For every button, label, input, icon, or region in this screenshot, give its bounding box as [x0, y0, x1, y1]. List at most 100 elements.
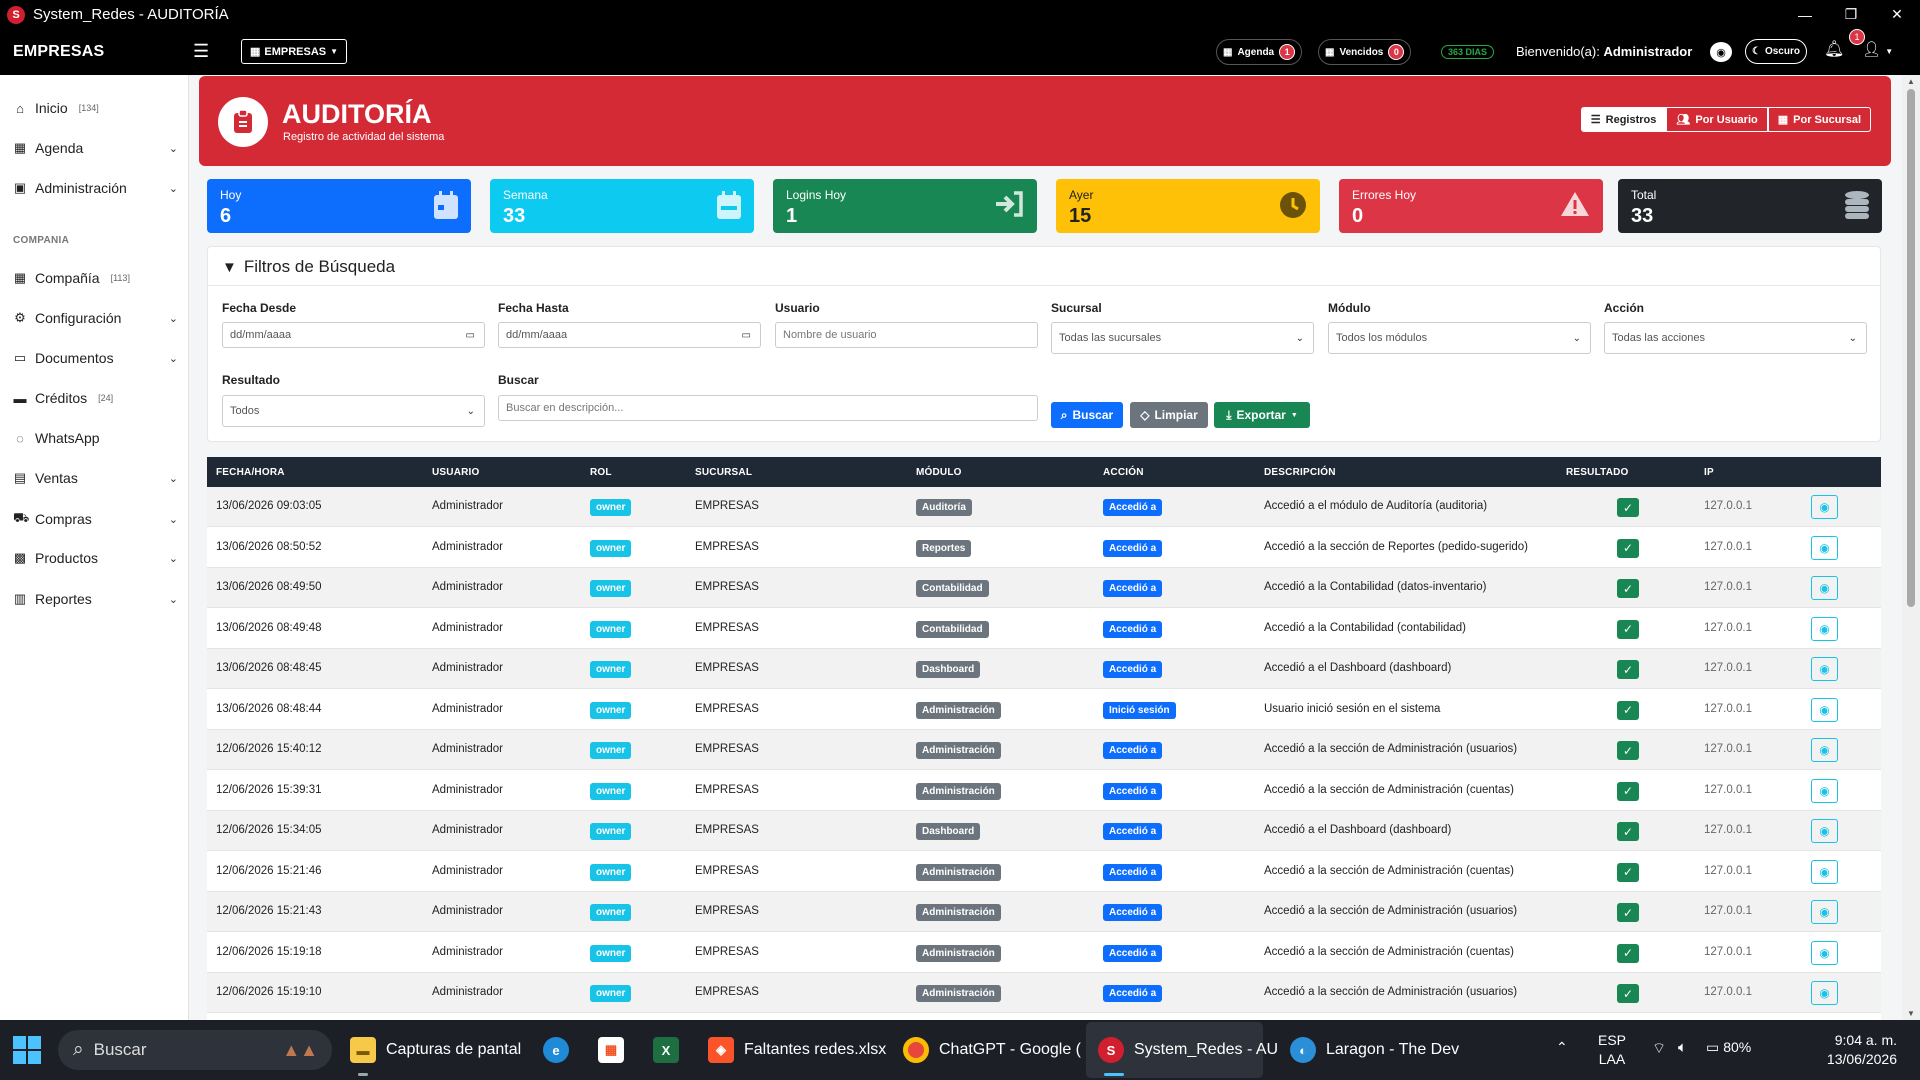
- taskbar-search[interactable]: ⌕ Buscar ▲▲: [58, 1030, 332, 1070]
- taskbar-item-laragon[interactable]: ◐ Laragon - The Dev: [1290, 1020, 1459, 1080]
- whatsapp-status-icon[interactable]: ◉: [1710, 42, 1732, 62]
- taskbar-item-store[interactable]: ▦: [598, 1020, 624, 1080]
- table-row[interactable]: 12/06/2026 15:19:18 Administrador owner EMP…: [207, 933, 1881, 973]
- resultado-select[interactable]: Todos ⌄: [222, 395, 485, 427]
- buscar-input[interactable]: Buscar en descripción...: [498, 395, 1038, 421]
- taskbar-item-excel[interactable]: X: [653, 1020, 679, 1080]
- column-header-rol[interactable]: ROL: [590, 467, 612, 478]
- column-header-accion[interactable]: ACCIÓN: [1103, 467, 1144, 478]
- view-details-eye-icon[interactable]: ◉: [1811, 738, 1838, 762]
- windows-start-icon[interactable]: [13, 1036, 41, 1069]
- action-badge: Accedió a: [1103, 944, 1163, 962]
- view-details-eye-icon[interactable]: ◉: [1811, 981, 1838, 1005]
- page-scrollbar[interactable]: ▲ ▼: [1902, 75, 1920, 1020]
- limpiar-button[interactable]: ◇ Limpiar: [1130, 402, 1208, 428]
- fecha-hasta-input[interactable]: dd/mm/aaaa ▭: [498, 322, 761, 348]
- view-details-eye-icon[interactable]: ◉: [1811, 657, 1838, 681]
- taskbar-item-brave[interactable]: ◈ Faltantes redes.xlsx: [708, 1020, 886, 1080]
- company-dropdown[interactable]: ▦ EMPRESAS ▼: [241, 39, 347, 64]
- tab-por-sucursal[interactable]: ▦ Por Sucursal: [1767, 107, 1871, 132]
- view-details-eye-icon[interactable]: ◉: [1811, 576, 1838, 600]
- filters-title-text: Filtros de Búsqueda: [243, 257, 396, 276]
- vencidos-button[interactable]: ▦ Vencidos 0: [1318, 39, 1412, 65]
- sucursal-select[interactable]: Todas las sucursales ⌄: [1051, 322, 1314, 354]
- column-header-fecha[interactable]: FECHA/HORA: [216, 467, 285, 478]
- sidebar-item-creditos[interactable]: ▬ Créditos [24]: [13, 390, 178, 406]
- table-row[interactable]: 13/06/2026 08:48:45 Administrador owner EMP…: [207, 649, 1881, 689]
- maximize-button[interactable]: ❐: [1828, 0, 1874, 29]
- calendar-picker-icon[interactable]: ▭: [742, 330, 751, 341]
- table-row[interactable]: 13/06/2026 09:03:05 Administrador owner EMP…: [207, 487, 1881, 527]
- modulo-select[interactable]: Todos los módulos ⌄: [1328, 322, 1591, 354]
- calendar-picker-icon[interactable]: ▭: [466, 330, 475, 341]
- buscar-button[interactable]: ⌕ Buscar: [1051, 402, 1123, 428]
- table-row[interactable]: 12/06/2026 15:21:46 Administrador owner EMP…: [207, 852, 1881, 892]
- view-details-eye-icon[interactable]: ◉: [1811, 900, 1838, 924]
- role-badge: owner: [590, 863, 632, 881]
- taskbar-clock[interactable]: 9:04 a. m. 13/06/2026: [1785, 1031, 1897, 1069]
- taskbar-item-edge[interactable]: e: [543, 1020, 569, 1080]
- sidebar-item-documentos[interactable]: ▭ Documentos ⌄: [13, 350, 178, 366]
- sidebar-item-agenda[interactable]: ▦ Agenda ⌄: [13, 140, 178, 156]
- wifi-icon[interactable]: ⌔: [1652, 1039, 1666, 1058]
- column-header-modulo[interactable]: MÓDULO: [916, 467, 962, 478]
- sidebar-item-inicio[interactable]: ⌂ Inicio [134]: [13, 100, 178, 116]
- battery-indicator[interactable]: ▭ 80%: [1706, 1039, 1751, 1056]
- view-details-eye-icon[interactable]: ◉: [1811, 616, 1838, 641]
- dark-mode-toggle[interactable]: ☾ Oscuro: [1745, 39, 1807, 64]
- column-header-sucursal[interactable]: SUCURSAL: [695, 467, 752, 478]
- scroll-down-icon[interactable]: ▼: [1907, 1009, 1915, 1018]
- user-menu-icon[interactable]: 👤︎ ▼: [1862, 40, 1893, 58]
- menu-toggle-icon[interactable]: ☰: [193, 41, 209, 62]
- sidebar-item-reportes[interactable]: ▥ Reportes ⌄: [13, 591, 178, 607]
- view-details-eye-icon[interactable]: ◉: [1811, 778, 1838, 803]
- close-window-button[interactable]: ✕: [1874, 0, 1920, 29]
- exportar-button[interactable]: ⤓ Exportar ▼: [1214, 402, 1310, 428]
- tab-registros[interactable]: ☰ Registros: [1580, 107, 1667, 132]
- view-details-eye-icon[interactable]: ◉: [1811, 859, 1838, 884]
- sidebar-item-configuracion[interactable]: ⚙ Configuración ⌄: [13, 310, 178, 326]
- taskbar-item-system-redes[interactable]: S System_Redes - AU: [1098, 1020, 1278, 1080]
- table-row[interactable]: 13/06/2026 08:48:44 Administrador owner EMP…: [207, 690, 1881, 730]
- speaker-icon[interactable]: 🔈︎: [1678, 1039, 1687, 1056]
- agenda-button[interactable]: ▦ Agenda 1: [1216, 39, 1303, 65]
- column-header-descripcion[interactable]: DESCRIPCIÓN: [1264, 467, 1336, 478]
- sidebar-item-compras[interactable]: ⛟ Compras ⌄: [13, 510, 178, 528]
- usuario-input[interactable]: Nombre de usuario: [775, 322, 1038, 348]
- table-row[interactable]: 12/06/2026 15:21:43 Administrador owner EMP…: [207, 892, 1881, 932]
- sidebar-item-productos[interactable]: ▩ Productos ⌄: [13, 550, 178, 566]
- fecha-desde-input[interactable]: dd/mm/aaaa ▭: [222, 322, 485, 348]
- table-row[interactable]: 12/06/2026 15:39:31 Administrador owner EMP…: [207, 771, 1881, 811]
- sidebar-item-administracion[interactable]: ▣ Administración ⌄: [13, 180, 178, 196]
- table-row[interactable]: 12/06/2026 15:19:10 Administrador owner EMP…: [207, 973, 1881, 1013]
- table-row[interactable]: 13/06/2026 08:49:50 Administrador owner EMP…: [207, 568, 1881, 608]
- column-header-resultado[interactable]: RESULTADO: [1566, 467, 1629, 478]
- view-details-eye-icon[interactable]: ◉: [1811, 495, 1838, 519]
- taskbar-item-chrome[interactable]: ChatGPT - Google (: [903, 1020, 1081, 1080]
- navbar-brand[interactable]: EMPRESAS: [13, 43, 104, 61]
- table-row[interactable]: 13/06/2026 08:50:52 Administrador owner EMP…: [207, 528, 1881, 568]
- role-badge: owner: [590, 580, 632, 597]
- view-details-eye-icon[interactable]: ◉: [1811, 819, 1838, 843]
- sidebar-item-ventas[interactable]: ▤ Ventas ⌄: [13, 470, 178, 486]
- view-details-eye-icon[interactable]: ◉: [1811, 697, 1838, 722]
- chevron-up-icon[interactable]: ⌃: [1556, 1039, 1568, 1056]
- view-details-eye-icon[interactable]: ◉: [1811, 535, 1838, 560]
- minimize-button[interactable]: —: [1782, 0, 1828, 29]
- tab-por-usuario[interactable]: 👥︎ Por Usuario: [1666, 107, 1768, 132]
- view-details-eye-icon[interactable]: ◉: [1811, 940, 1838, 965]
- scrollbar-thumb[interactable]: [1907, 89, 1915, 607]
- scroll-up-icon[interactable]: ▲: [1907, 77, 1915, 86]
- column-header-ip[interactable]: IP: [1704, 467, 1714, 478]
- sidebar-item-whatsapp[interactable]: ◌ WhatsApp: [13, 430, 178, 446]
- accion-select[interactable]: Todas las acciones ⌄: [1604, 322, 1867, 354]
- stat-card-errores-hoy: Errores Hoy 0: [1339, 179, 1603, 233]
- table-row[interactable]: 12/06/2026 15:34:05 Administrador owner EMP…: [207, 811, 1881, 851]
- table-row[interactable]: 12/06/2026 15:40:12 Administrador owner EMP…: [207, 730, 1881, 770]
- sidebar-item-compania[interactable]: ▦ Compañía [113]: [13, 270, 178, 286]
- table-row[interactable]: 13/06/2026 08:49:48 Administrador owner EMP…: [207, 609, 1881, 649]
- taskbar-item-explorer[interactable]: ▬ Capturas de pantal: [350, 1020, 521, 1080]
- column-header-usuario[interactable]: USUARIO: [432, 467, 480, 478]
- notifications-bell-icon[interactable]: 🔔︎: [1824, 39, 1844, 59]
- language-indicator[interactable]: ESP LAA: [1598, 1031, 1626, 1069]
